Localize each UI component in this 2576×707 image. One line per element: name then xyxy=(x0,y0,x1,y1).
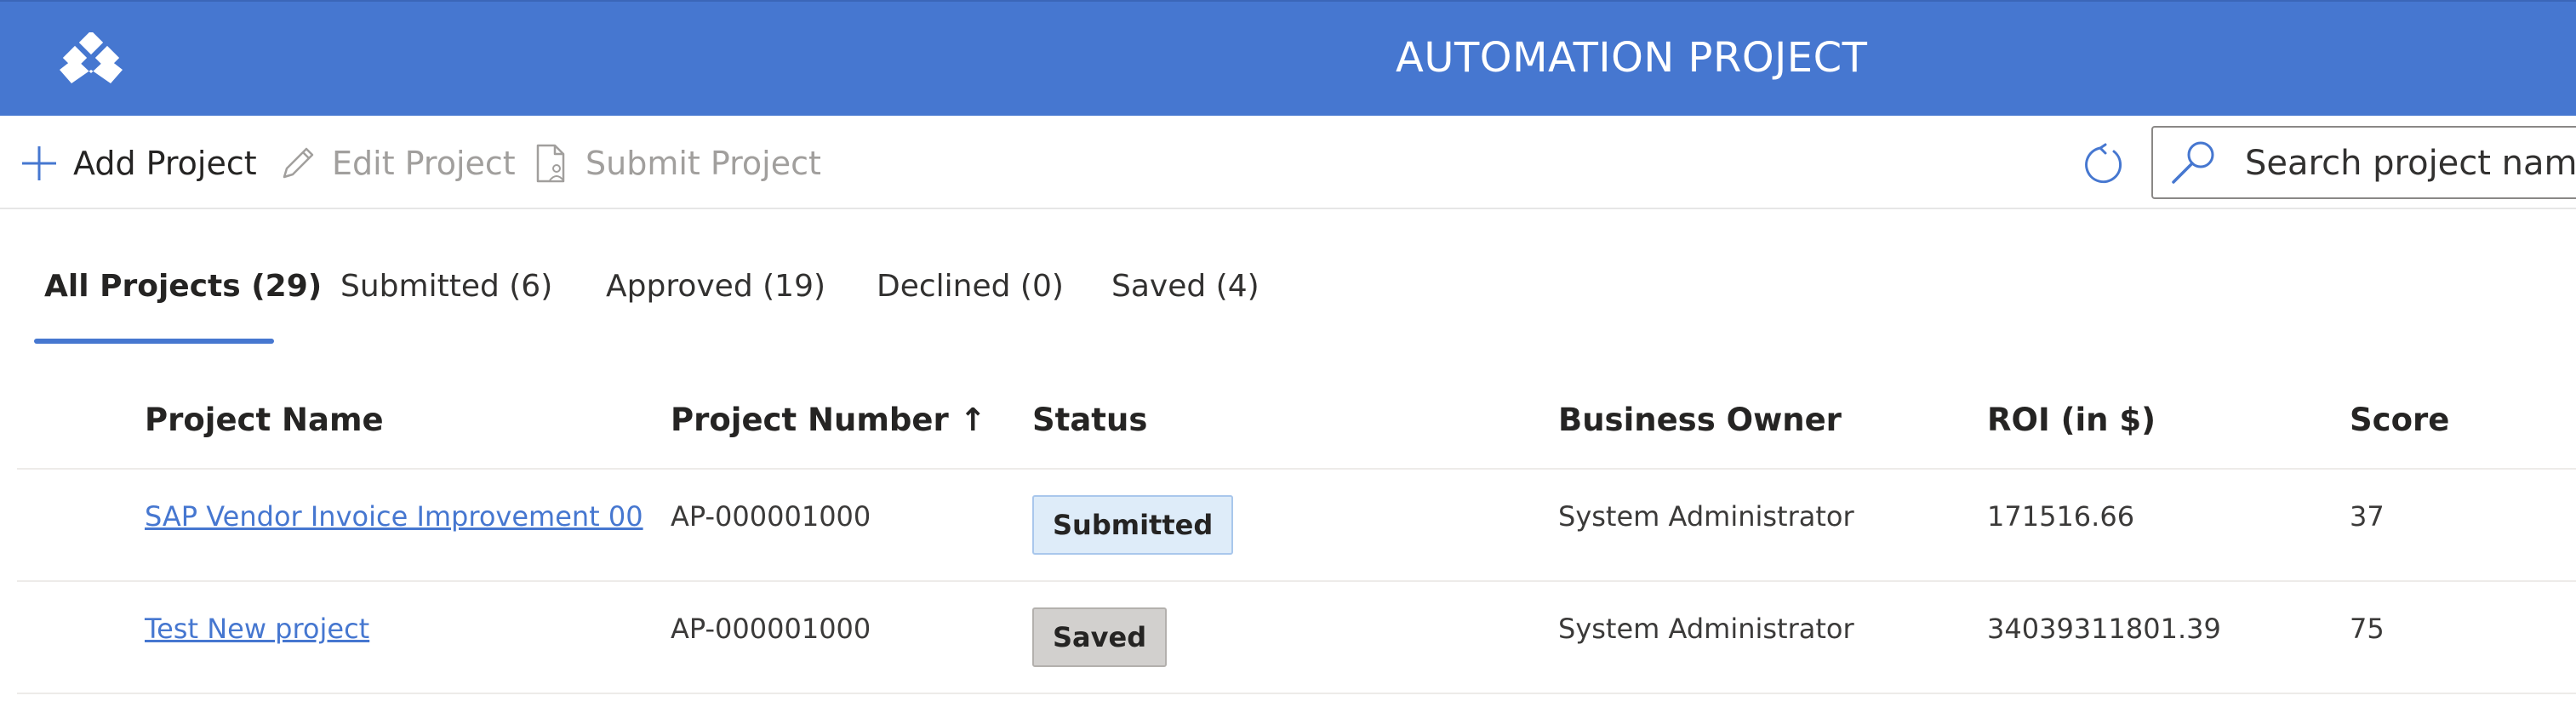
column-header-business-owner[interactable]: Business Owner xyxy=(1558,402,1842,438)
grid-header: Project Name Project Number ↑ Status Bus… xyxy=(17,391,2576,470)
column-header-project-number[interactable]: Project Number ↑ xyxy=(671,402,986,438)
project-name-cell: SAP Vendor Invoice Improvement 00 xyxy=(145,500,643,533)
app-header: AUTOMATION PROJECT xyxy=(0,0,2576,116)
project-name-link[interactable]: SAP Vendor Invoice Improvement 00 xyxy=(145,500,643,533)
edit-project-button[interactable]: Edit Project xyxy=(279,140,516,187)
tab-all-projects[interactable]: All Projects (29) xyxy=(44,269,322,304)
document-person-icon xyxy=(536,144,565,183)
project-name-cell: Test New project xyxy=(145,613,369,645)
add-project-label: Add Project xyxy=(73,145,257,182)
tab-submitted[interactable]: Submitted (6) xyxy=(340,269,552,304)
pencil-icon xyxy=(283,147,314,179)
search-box[interactable] xyxy=(2151,126,2576,199)
tab-saved[interactable]: Saved (4) xyxy=(1111,269,1259,304)
roi-cell: 171516.66 xyxy=(1987,500,2135,533)
project-number-cell: AP-000001000 xyxy=(671,500,871,533)
business-owner-cell: System Administrator xyxy=(1558,500,1854,533)
app-logo-icon[interactable] xyxy=(54,32,128,88)
column-header-roi[interactable]: ROI (in $) xyxy=(1987,402,2156,438)
refresh-icon[interactable] xyxy=(2080,141,2128,189)
score-cell: 37 xyxy=(2350,500,2385,533)
table-row[interactable]: Test New project AP-000001000 Saved Syst… xyxy=(17,582,2576,694)
add-project-button[interactable]: Add Project xyxy=(20,140,257,187)
edit-project-label: Edit Project xyxy=(332,145,516,182)
submit-project-button[interactable]: Submit Project xyxy=(533,140,821,187)
table-row[interactable]: SAP Vendor Invoice Improvement 00 AP-000… xyxy=(17,470,2576,582)
project-number-cell: AP-000001000 xyxy=(671,613,871,645)
score-cell: 75 xyxy=(2350,613,2385,645)
tab-declined[interactable]: Declined (0) xyxy=(877,269,1064,304)
status-badge: Submitted xyxy=(1032,495,1234,555)
tab-approved[interactable]: Approved (19) xyxy=(606,269,825,304)
submit-project-label: Submit Project xyxy=(585,145,821,182)
active-tab-indicator xyxy=(34,339,274,344)
project-name-link[interactable]: Test New project xyxy=(145,613,369,645)
roi-cell: 34039311801.39 xyxy=(1987,613,2221,645)
column-header-score[interactable]: Score xyxy=(2350,402,2449,438)
status-badge: Saved xyxy=(1032,607,1168,667)
column-header-project-name[interactable]: Project Name xyxy=(145,402,384,438)
plus-icon xyxy=(22,146,56,180)
column-header-status[interactable]: Status xyxy=(1032,402,1147,438)
search-input[interactable] xyxy=(2245,140,2576,187)
business-owner-cell: System Administrator xyxy=(1558,613,1854,645)
app-title: AUTOMATION PROJECT xyxy=(1396,34,1868,82)
search-icon xyxy=(2172,141,2214,184)
command-bar: Add Project Edit Project Submit Project xyxy=(0,116,2576,209)
